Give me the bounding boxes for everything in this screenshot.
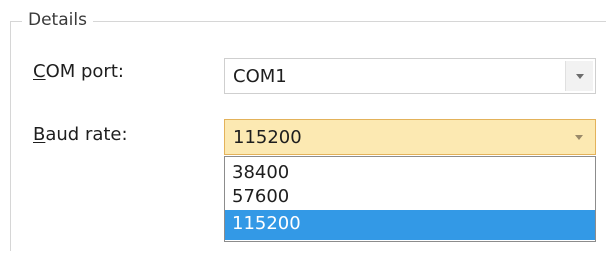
chevron-down-icon	[575, 135, 583, 140]
baud-rate-dropdown-button[interactable]	[565, 122, 593, 152]
com-port-label: COM port:	[33, 61, 124, 83]
baud-rate-combobox[interactable]: 115200	[224, 119, 596, 155]
baud-rate-option[interactable]: 38400	[225, 161, 595, 184]
com-port-dropdown-button[interactable]	[565, 61, 593, 91]
group-title: Details	[22, 9, 93, 31]
baud-rate-option-selected[interactable]: 115200	[225, 210, 595, 240]
baud-rate-label-text: aud rate:	[45, 124, 128, 145]
com-port-label-mnemonic: C	[33, 61, 46, 82]
baud-rate-label-mnemonic: B	[33, 124, 46, 145]
baud-rate-option[interactable]: 57600	[225, 185, 595, 208]
baud-rate-dropdown-list: 38400 57600 115200	[224, 156, 596, 242]
baud-rate-value: 115200	[233, 127, 302, 148]
com-port-value: COM1	[233, 66, 287, 87]
com-port-combobox[interactable]: COM1	[224, 58, 596, 94]
chevron-down-icon	[576, 74, 584, 79]
com-port-label-text: OM port:	[45, 61, 124, 82]
baud-rate-label: Baud rate:	[33, 124, 128, 146]
